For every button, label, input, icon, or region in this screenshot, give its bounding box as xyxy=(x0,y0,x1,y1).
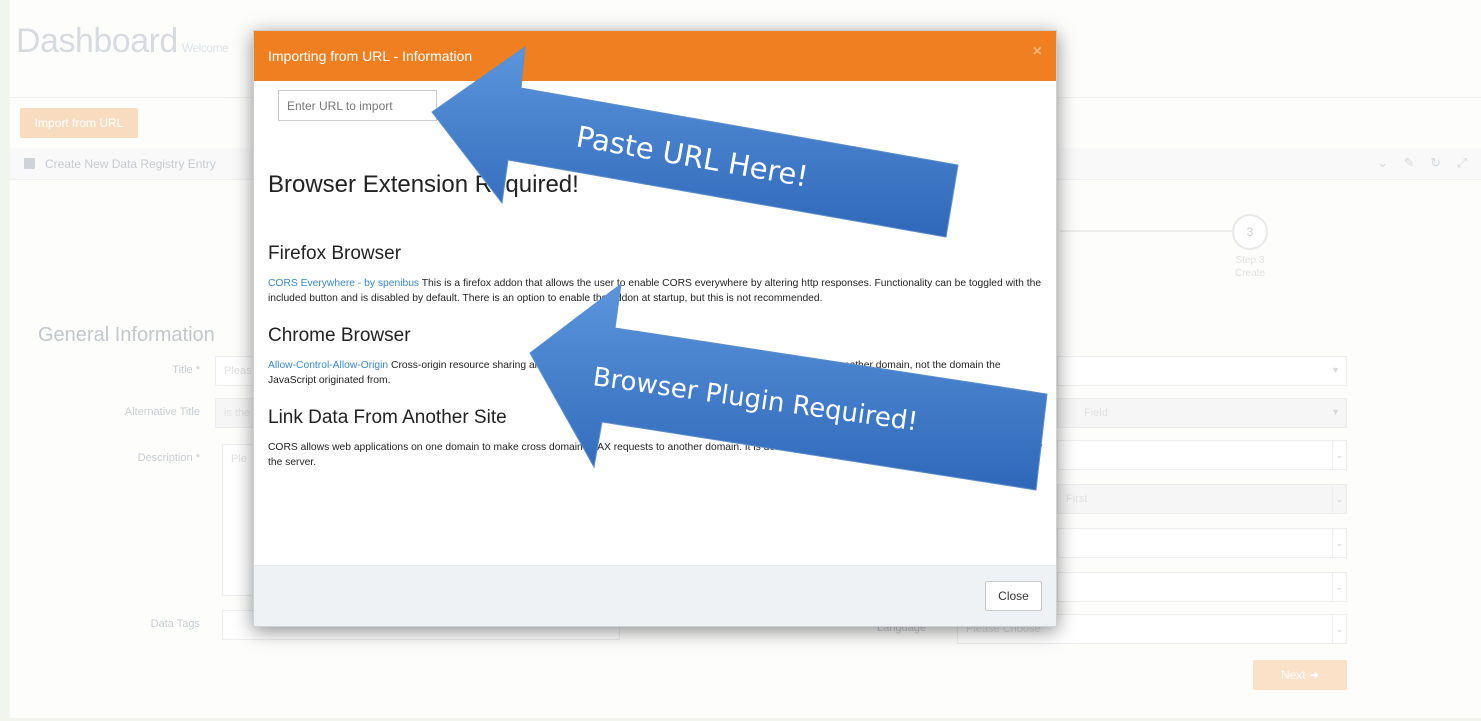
right-select-2[interactable]: Field ▼ xyxy=(1057,398,1347,428)
step-label: Step 3 xyxy=(1235,255,1265,266)
wizard-step-3[interactable]: 3 xyxy=(1232,214,1268,250)
chevron-down-icon: ⌄ xyxy=(1332,529,1346,557)
chevron-down-icon: ⌄ xyxy=(1332,615,1346,643)
panel-tools[interactable]: ⌄ ✎ ↻ ⤢ xyxy=(1377,155,1473,171)
next-button[interactable]: Next ➜ xyxy=(1253,660,1347,690)
firefox-heading: Firefox Browser xyxy=(268,243,402,264)
right-select-2-value: Field xyxy=(1084,407,1108,419)
chrome-heading: Chrome Browser xyxy=(268,325,411,346)
import-url-modal: Importing from URL - Information × Brows… xyxy=(253,30,1057,627)
page-title: Dashboard Welcome xyxy=(16,22,229,61)
link-data-heading: Link Data From Another Site xyxy=(268,407,507,428)
right-select-6[interactable]: ⌄ xyxy=(1057,572,1347,602)
next-label: Next xyxy=(1280,668,1306,682)
allow-control-allow-origin-link[interactable]: Allow-Control-Allow-Origin xyxy=(268,360,388,371)
caret-down-icon: ▼ xyxy=(1331,407,1340,417)
right-select-4[interactable]: First ⌄ xyxy=(1057,484,1347,514)
modal-header: Importing from URL - Information × xyxy=(254,31,1056,81)
extension-required-heading: Browser Extension Required! xyxy=(268,171,579,198)
caret-down-icon: ▼ xyxy=(1331,365,1340,375)
step-name: Create xyxy=(1234,268,1265,279)
chrome-description: Allow-Control-Allow-Origin Cross-origin … xyxy=(268,358,1048,388)
right-select-4-value: First xyxy=(1066,493,1088,505)
title-label: Title * xyxy=(172,364,200,376)
url-input[interactable] xyxy=(278,90,437,121)
close-icon[interactable]: × xyxy=(1033,43,1042,61)
data-tags-label: Data Tags xyxy=(150,618,200,630)
dashboard-title: Dashboard xyxy=(16,22,178,60)
general-information-heading: General Information xyxy=(38,324,215,346)
modal-footer: Close xyxy=(254,565,1056,626)
description-label-text: Description xyxy=(137,452,193,464)
modal-title: Importing from URL - Information xyxy=(268,48,473,64)
wizard-progress-line xyxy=(1060,230,1232,232)
cors-everywhere-link[interactable]: CORS Everywhere - by spenibus xyxy=(268,278,419,289)
wizard-step-3-label: Step 3 Create xyxy=(1220,254,1280,280)
arrow-circle-right-icon: ➜ xyxy=(1308,668,1320,682)
firefox-description: CORS Everywhere - by spenibus This is a … xyxy=(268,276,1048,306)
chevron-down-icon: ⌄ xyxy=(1332,441,1346,469)
close-button[interactable]: Close xyxy=(985,581,1042,611)
welcome-text: Welcome xyxy=(181,41,229,55)
chevron-down-icon: ⌄ xyxy=(1332,485,1346,513)
title-label-text: Title xyxy=(172,364,193,376)
description-label: Description * xyxy=(137,452,200,464)
edit-icon xyxy=(24,158,35,169)
right-select-5[interactable]: ⌄ xyxy=(1057,528,1347,558)
link-data-description: CORS allows web applications on one doma… xyxy=(268,442,1043,468)
panel-title: Create New Data Registry Entry xyxy=(45,157,216,171)
right-select-3[interactable]: ⌄ xyxy=(1057,440,1347,470)
import-from-url-button[interactable]: Import from URL xyxy=(20,108,138,138)
alternative-title-label: Alternative Title xyxy=(124,406,200,418)
right-select-1[interactable]: ▼ xyxy=(1057,356,1347,386)
chevron-down-icon: ⌄ xyxy=(1332,573,1346,601)
